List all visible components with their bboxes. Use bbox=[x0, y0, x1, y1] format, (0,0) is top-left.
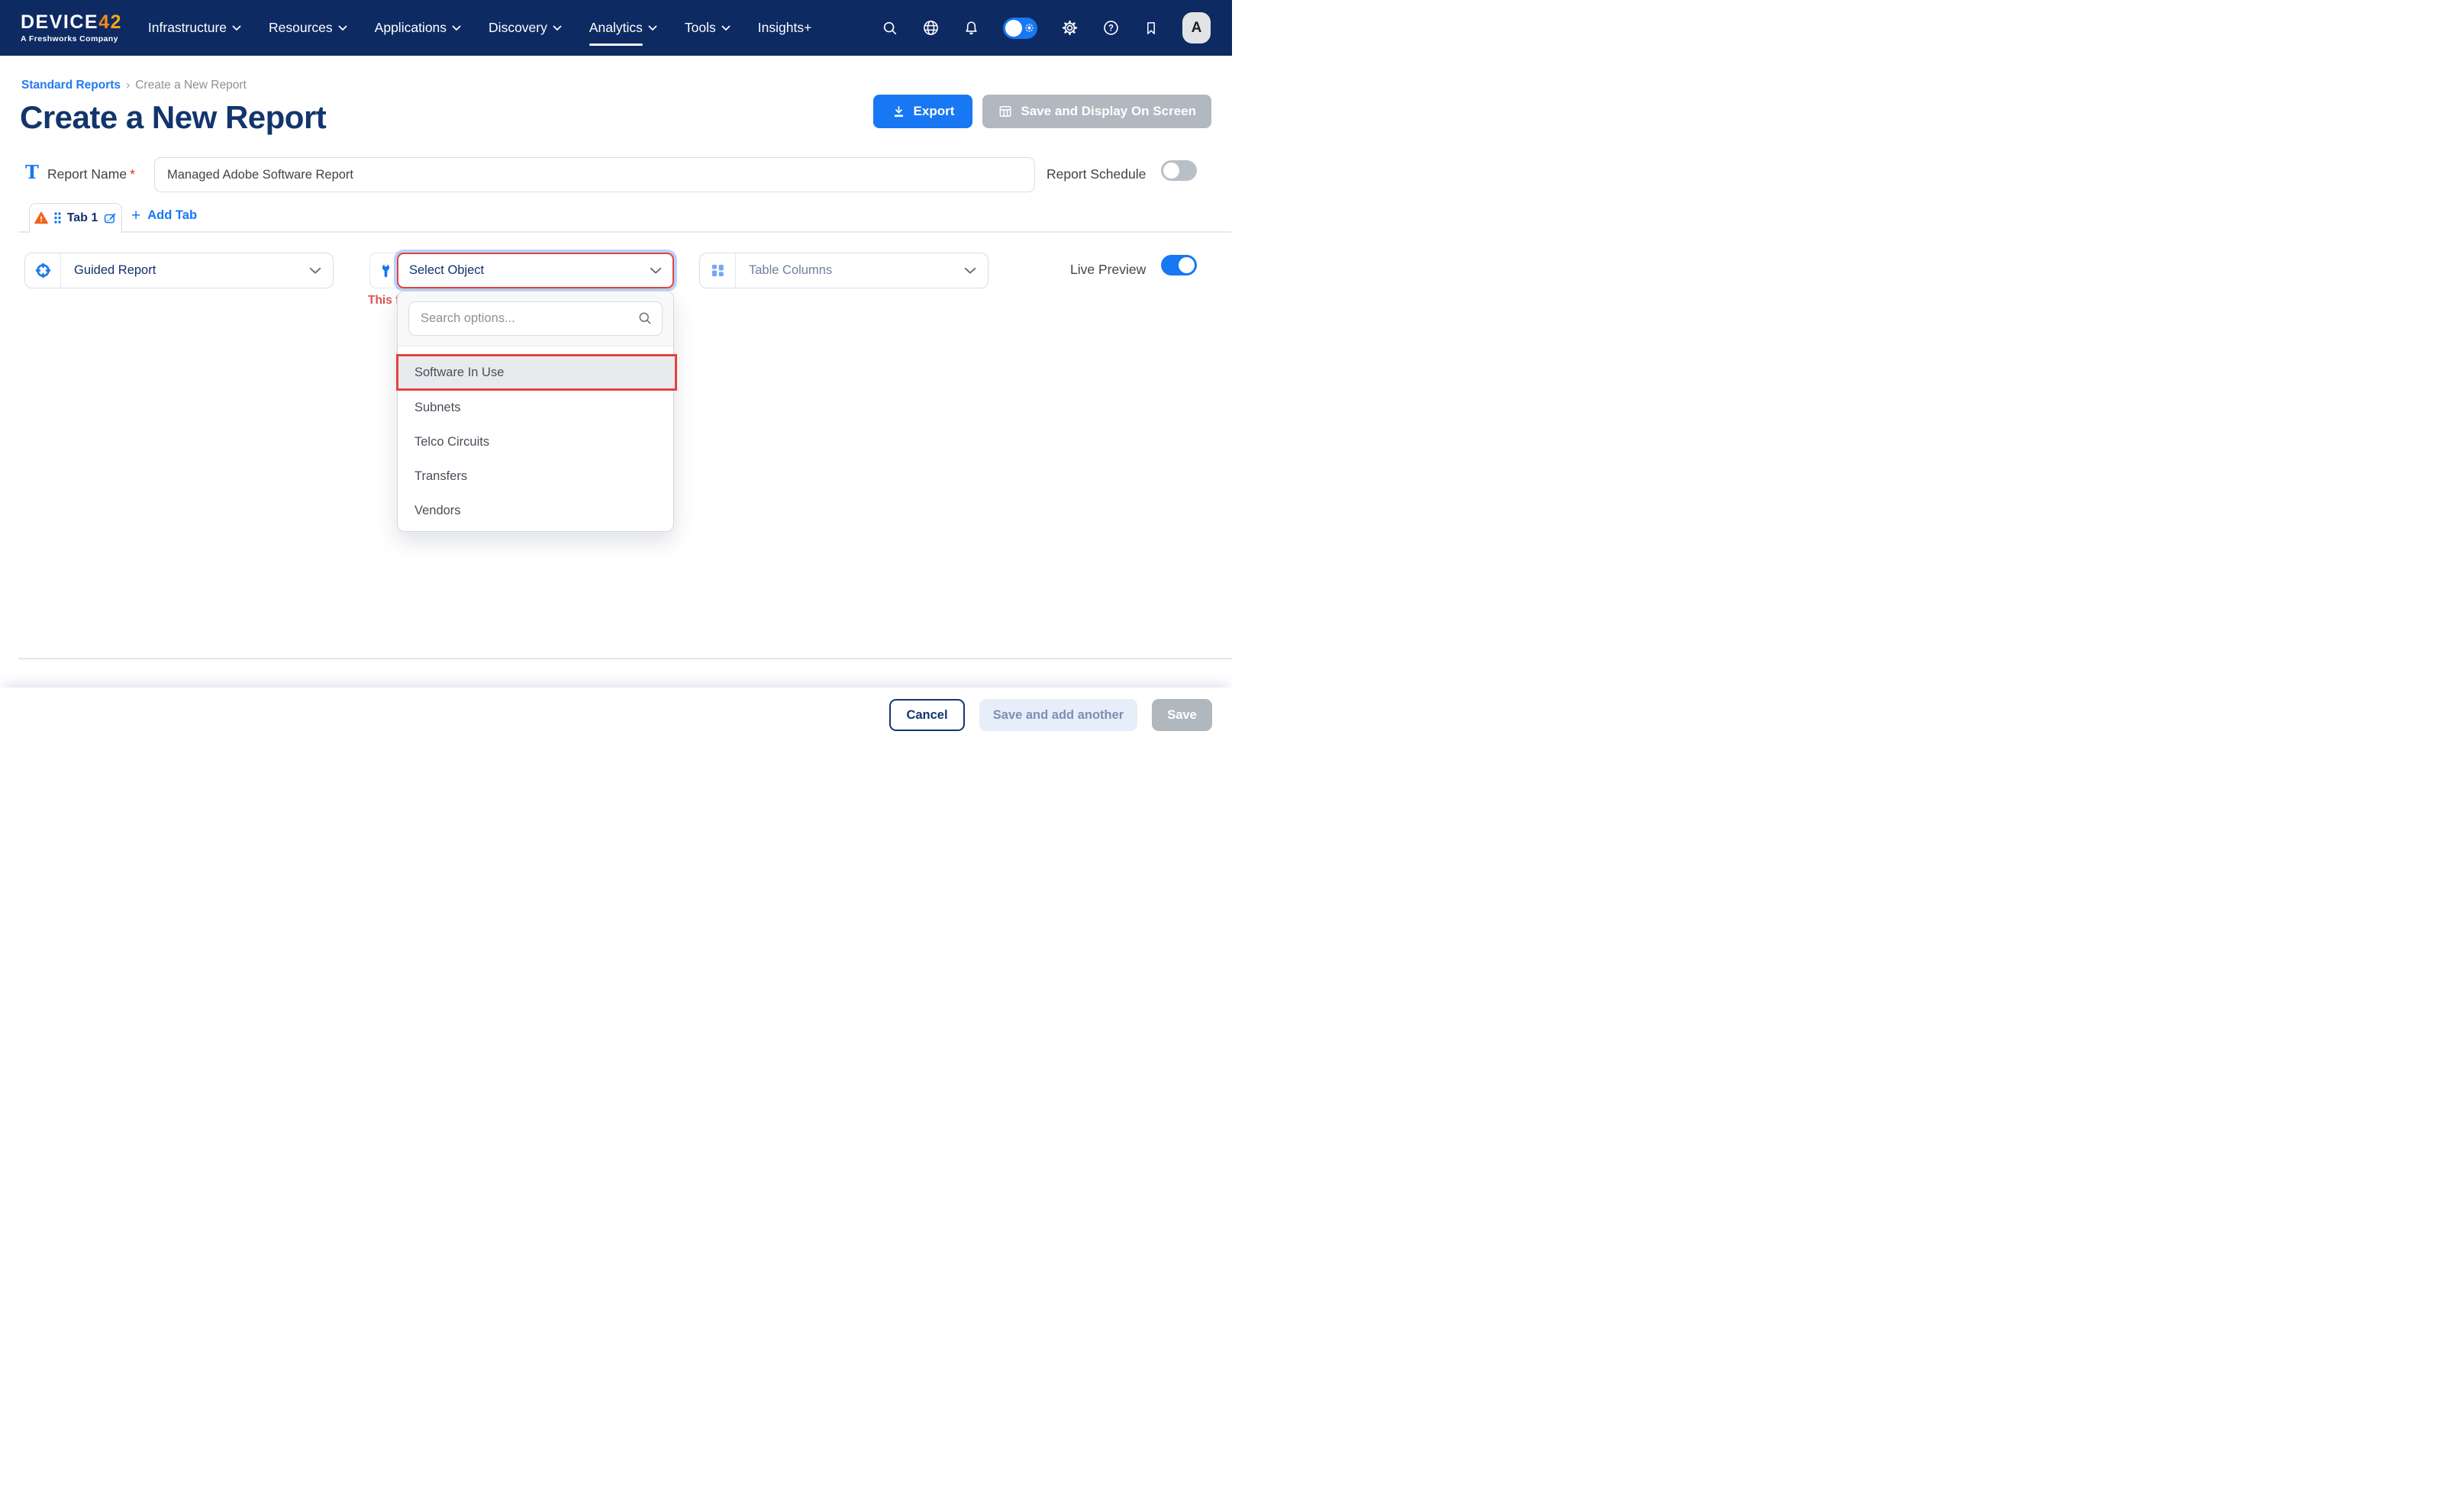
help-icon[interactable]: ? bbox=[1102, 19, 1120, 37]
cancel-button[interactable]: Cancel bbox=[889, 699, 965, 731]
option-vendors[interactable]: Vendors bbox=[398, 494, 673, 528]
breadcrumb-separator: › bbox=[126, 79, 130, 92]
content-divider bbox=[18, 658, 1232, 659]
save-display-button[interactable]: Save and Display On Screen bbox=[982, 95, 1211, 128]
create-report-page: DEVICE42 A Freshworks Company Infrastruc… bbox=[0, 0, 1232, 742]
nav-discovery[interactable]: Discovery bbox=[489, 20, 562, 36]
tab-1-label: Tab 1 bbox=[67, 211, 98, 225]
main-nav: Infrastructure Resources Applications Di… bbox=[148, 20, 811, 36]
download-icon bbox=[892, 105, 906, 119]
toggle-knob bbox=[1179, 257, 1195, 273]
option-subnets[interactable]: Subnets bbox=[398, 391, 673, 425]
user-avatar[interactable]: A bbox=[1182, 12, 1211, 43]
avatar-letter: A bbox=[1192, 20, 1202, 37]
nav-insights[interactable]: Insights+ bbox=[758, 20, 812, 36]
bookmark-icon[interactable] bbox=[1143, 20, 1159, 37]
logo-text: DEVICE42 bbox=[21, 13, 122, 32]
chevron-down-icon bbox=[721, 25, 730, 31]
search-icon[interactable] bbox=[882, 20, 898, 37]
option-telco-circuits[interactable]: Telco Circuits bbox=[398, 425, 673, 459]
save-display-label: Save and Display On Screen bbox=[1021, 104, 1196, 119]
navbar-actions: ? A bbox=[882, 12, 1232, 43]
select-object-options-panel: Software In Use Subnets Telco Circuits T… bbox=[397, 291, 674, 532]
live-preview-label: Live Preview bbox=[1070, 262, 1146, 278]
svg-text:?: ? bbox=[1108, 24, 1114, 34]
save-and-add-another-button[interactable]: Save and add another bbox=[979, 699, 1137, 731]
report-type-select[interactable]: Guided Report bbox=[24, 253, 334, 288]
toggle-knob bbox=[1163, 163, 1179, 179]
table-columns-select[interactable]: Table Columns bbox=[699, 253, 989, 288]
select-object-placeholder: Select Object bbox=[409, 263, 484, 278]
tab-bar-divider bbox=[18, 231, 1232, 233]
tab-1[interactable]: Tab 1 bbox=[29, 203, 122, 233]
theme-toggle-knob bbox=[1005, 20, 1022, 37]
chevron-down-icon bbox=[309, 267, 321, 275]
footer-action-bar: Cancel Save and add another Save bbox=[0, 688, 1232, 742]
add-tab-label: Add Tab bbox=[147, 208, 197, 223]
option-transfers[interactable]: Transfers bbox=[398, 459, 673, 494]
device42-logo[interactable]: DEVICE42 A Freshworks Company bbox=[21, 13, 122, 43]
export-button[interactable]: Export bbox=[873, 95, 973, 128]
theme-toggle[interactable] bbox=[1003, 18, 1037, 39]
report-name-input[interactable] bbox=[154, 157, 1035, 192]
page-title: Create a New Report bbox=[20, 99, 326, 136]
export-label: Export bbox=[914, 104, 955, 119]
chevron-down-icon bbox=[338, 25, 347, 31]
save-button[interactable]: Save bbox=[1152, 699, 1212, 731]
globe-icon[interactable] bbox=[922, 19, 940, 37]
search-icon bbox=[637, 311, 653, 330]
chevron-down-icon bbox=[232, 25, 241, 31]
header-actions: Export Save and Display On Screen bbox=[873, 95, 1211, 128]
chevron-down-icon bbox=[964, 267, 976, 275]
plus-icon: + bbox=[131, 208, 140, 224]
edit-tab-icon[interactable] bbox=[103, 211, 117, 225]
breadcrumb-standard-reports[interactable]: Standard Reports bbox=[21, 79, 121, 92]
chevron-down-icon bbox=[452, 25, 461, 31]
gear-icon[interactable] bbox=[1061, 19, 1079, 37]
nav-resources[interactable]: Resources bbox=[269, 20, 347, 36]
top-navbar: DEVICE42 A Freshworks Company Infrastruc… bbox=[0, 0, 1232, 56]
report-schedule-toggle[interactable] bbox=[1161, 160, 1197, 181]
nav-infrastructure[interactable]: Infrastructure bbox=[148, 20, 241, 36]
nav-applications[interactable]: Applications bbox=[375, 20, 461, 36]
report-schedule-label: Report Schedule bbox=[1047, 166, 1146, 182]
logo-tagline: A Freshworks Company bbox=[21, 35, 122, 43]
report-type-value: Guided Report bbox=[74, 263, 156, 278]
option-software-in-use[interactable]: Software In Use bbox=[396, 354, 677, 391]
notifications-bell-icon[interactable] bbox=[963, 20, 979, 37]
field-error-text: This f bbox=[368, 294, 399, 308]
add-tab-button[interactable]: + Add Tab bbox=[131, 208, 197, 224]
chevron-down-icon bbox=[648, 25, 657, 31]
warning-icon bbox=[34, 211, 48, 224]
options-search-input[interactable] bbox=[408, 301, 663, 336]
options-list: Software In Use Subnets Telco Circuits T… bbox=[398, 346, 673, 531]
drag-handle-icon[interactable] bbox=[53, 211, 62, 224]
live-preview-toggle[interactable] bbox=[1161, 255, 1197, 275]
wrench-icon bbox=[378, 263, 394, 279]
chevron-down-icon bbox=[650, 267, 662, 275]
sun-icon bbox=[1024, 23, 1034, 33]
text-field-icon: T bbox=[25, 163, 39, 182]
nav-tools[interactable]: Tools bbox=[685, 20, 730, 36]
guided-report-icon bbox=[25, 253, 61, 288]
breadcrumb-current: Create a New Report bbox=[135, 79, 247, 92]
nav-analytics[interactable]: Analytics bbox=[589, 20, 657, 36]
report-name-label: Report Name* bbox=[47, 166, 135, 182]
breadcrumb: Standard Reports › Create a New Report bbox=[21, 79, 247, 92]
options-search-section bbox=[398, 292, 673, 346]
chevron-down-icon bbox=[553, 25, 562, 31]
required-asterisk: * bbox=[130, 166, 135, 182]
table-icon bbox=[998, 104, 1013, 119]
columns-icon bbox=[700, 253, 736, 288]
select-object-dropdown[interactable]: Select Object bbox=[397, 253, 674, 288]
logo-accent: 42 bbox=[98, 11, 122, 33]
table-columns-placeholder: Table Columns bbox=[749, 263, 832, 278]
